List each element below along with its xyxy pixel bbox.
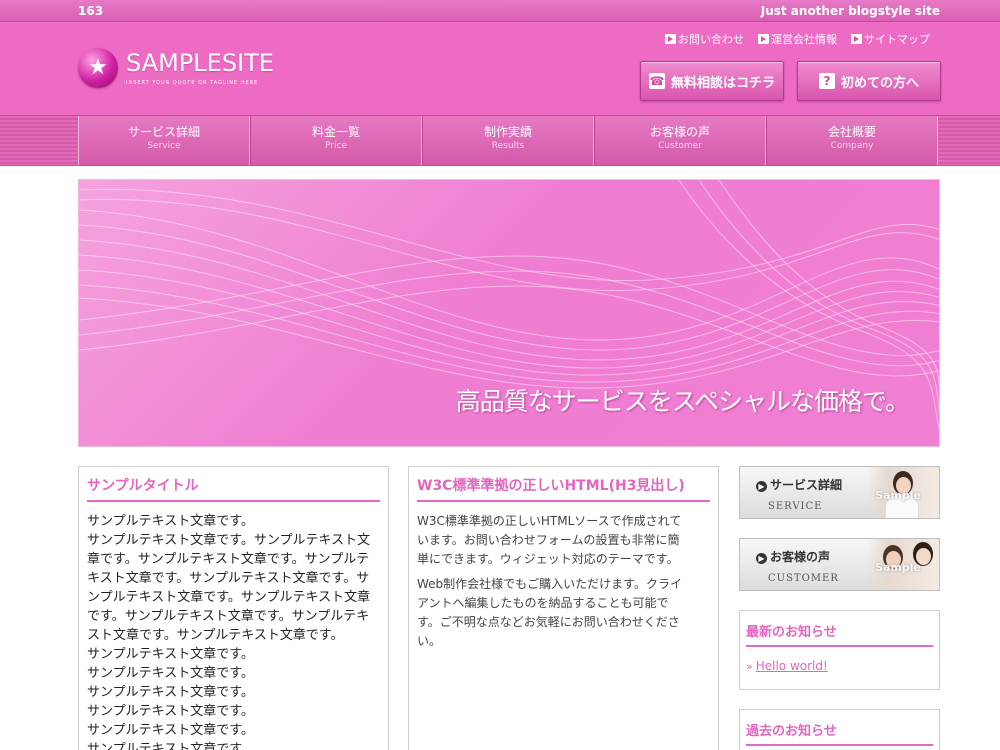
sidebar-banner-customer[interactable]: ▶ お客様の声 CUSTOMER Sample <box>739 538 940 591</box>
paragraph: Web制作会社様でもご購入いただけます。クライ アントへ編集したものを納品するこ… <box>417 575 710 651</box>
text-line: サンプルテキスト文章です。 <box>87 704 254 719</box>
toplink-company[interactable]: 運営会社情報 <box>758 31 837 47</box>
site-logo[interactable]: ★ SAMPLESITE INSERT YOUR QUOTE OR TAGLIN… <box>78 46 278 96</box>
question-icon: ? <box>818 73 835 89</box>
banner-title-text: お客様の声 <box>770 550 831 564</box>
banner-watermark: Sample <box>875 561 921 574</box>
sidebar-news: 最新のお知らせ » Hello world! <box>739 610 940 690</box>
text-line: スト文章です。サンプルテキスト文章です。 <box>87 628 344 643</box>
sidebar-title: 過去のお知らせ <box>746 720 933 746</box>
site-header: ★ SAMPLESITE INSERT YOUR QUOTE OR TAGLIN… <box>0 22 1000 115</box>
text-line: Web制作会社様でもご購入いただけます。クライ <box>417 577 682 591</box>
toplink-label: お問い合わせ <box>678 33 744 46</box>
news-link-text[interactable]: Hello world! <box>756 659 828 673</box>
text-line: 章です。サンプルテキスト文章です。サンプルテ <box>87 552 370 567</box>
box-body: W3C標準準拠の正しいHTMLソースで作成されて います。お問い合わせフォームの… <box>417 512 710 651</box>
content-box-sample: サンプルタイトル サンプルテキスト文章です。 サンプルテキスト文章です。サンプル… <box>78 466 389 750</box>
top-strip: 163 Just another blogstyle site <box>0 0 1000 22</box>
first-time-button[interactable]: ? 初めての方へ <box>797 61 941 101</box>
hero-banner: 高品質なサービスをスペシャルな価格で。 <box>78 179 940 447</box>
sidebar-title: 最新のお知らせ <box>746 621 933 647</box>
text-line: アントへ編集したものを納品することも可能で <box>417 596 669 610</box>
sidebar-banner-service[interactable]: ▶ サービス詳細 SERVICE Sample <box>739 466 940 519</box>
free-consult-label: 無料相談はコチラ <box>670 75 775 91</box>
content-box-w3c: W3C標準準拠の正しいHTML(H3見出し) W3C標準準拠の正しいHTMLソー… <box>408 466 719 750</box>
box-title: サンプルタイトル <box>87 475 380 502</box>
arrow-box-icon <box>665 34 676 44</box>
box-title: W3C標準準拠の正しいHTML(H3見出し) <box>417 475 710 502</box>
text-line: サンプルテキスト文章です。 <box>87 647 254 662</box>
logo-text: SAMPLESITE <box>126 49 274 77</box>
nav-item-sublabel: Results <box>491 141 525 151</box>
nav-item-sublabel: Price <box>325 141 347 151</box>
free-consult-button[interactable]: ☎ 無料相談はコチラ <box>640 61 784 101</box>
text-line: サンプルテキスト文章です。 <box>87 742 254 750</box>
toplink-sitemap[interactable]: サイトマップ <box>851 31 930 47</box>
nav-item-label: 会社概要 <box>827 125 876 139</box>
arrow-circle-icon: ▶ <box>756 553 767 564</box>
banner-subtitle: CUSTOMER <box>768 573 839 584</box>
nav-item-label: サービス詳細 <box>127 125 200 139</box>
news-item[interactable]: » Hello world! <box>746 659 933 673</box>
nav-item-results[interactable]: 制作実績 Results <box>422 116 594 165</box>
text-line: サンプルテキスト文章です。 <box>87 514 254 529</box>
box-body: サンプルテキスト文章です。 サンプルテキスト文章です。サンプルテキスト文 章です… <box>87 512 380 750</box>
main-nav: サービス詳細 Service 料金一覧 Price 制作実績 Results お… <box>78 116 938 165</box>
logo-subtext: INSERT YOUR QUOTE OR TAGLINE HERE <box>126 80 259 86</box>
text-line: す。ご不明な点などお気軽にお問い合わせくださ <box>417 615 680 629</box>
first-time-label: 初めての方へ <box>840 75 919 91</box>
phone-icon: ☎ <box>648 73 665 89</box>
nav-item-price[interactable]: 料金一覧 Price <box>250 116 422 165</box>
arrow-circle-icon: ▶ <box>756 481 767 492</box>
top-number: 163 <box>78 4 104 18</box>
text-line: サンプルテキスト文章です。 <box>87 723 254 738</box>
nav-item-label: 制作実績 <box>483 125 532 139</box>
banner-subtitle: SERVICE <box>768 501 823 512</box>
text-line: い。 <box>417 634 442 648</box>
text-line: ンプルテキスト文章です。サンプルテキスト文章 <box>87 590 371 605</box>
banner-title-text: サービス詳細 <box>770 478 843 492</box>
nav-item-service[interactable]: サービス詳細 Service <box>78 116 250 165</box>
banner-title: ▶ サービス詳細 <box>756 476 842 493</box>
nav-item-customer[interactable]: お客様の声 Customer <box>594 116 766 165</box>
nav-item-company[interactable]: 会社概要 Company <box>766 116 938 165</box>
text-line: サンプルテキスト文章です。 <box>87 685 254 700</box>
toplink-contact[interactable]: お問い合わせ <box>665 31 744 47</box>
text-line: 単にできます。ウィジェット対応のテーマです。 <box>417 552 679 566</box>
text-line: サンプルテキスト文章です。サンプルテキスト文 <box>87 533 371 548</box>
double-chevron-icon: » <box>746 660 753 673</box>
text-line: です。サンプルテキスト文章です。サンプルテキ <box>87 609 370 624</box>
banner-watermark: Sample <box>875 489 921 502</box>
nav-item-label: 料金一覧 <box>311 125 360 139</box>
paragraph: W3C標準準拠の正しいHTMLソースで作成されて います。お問い合わせフォームの… <box>417 512 710 569</box>
text-line: サンプルテキスト文章です。 <box>87 666 254 681</box>
nav-item-sublabel: Customer <box>658 141 702 151</box>
utility-links: お問い合わせ 運営会社情報 サイトマップ <box>665 31 930 47</box>
arrow-box-icon <box>851 34 862 44</box>
text-line: W3C標準準拠の正しいHTMLソースで作成されて <box>417 514 682 528</box>
site-tagline: Just another blogstyle site <box>760 4 940 18</box>
toplink-label: サイトマップ <box>864 33 930 46</box>
text-line: キスト文章です。サンプルテキスト文章です。サ <box>87 571 370 586</box>
text-line: います。お問い合わせフォームの設置も非常に簡 <box>417 533 680 547</box>
main-nav-bar: サービス詳細 Service 料金一覧 Price 制作実績 Results お… <box>0 115 1000 166</box>
nav-item-sublabel: Service <box>147 141 181 151</box>
arrow-box-icon <box>758 34 769 44</box>
nav-item-label: お客様の声 <box>649 125 710 139</box>
banner-title: ▶ お客様の声 <box>756 548 830 565</box>
toplink-label: 運営会社情報 <box>771 33 837 46</box>
sidebar-archive: 過去のお知らせ <box>739 709 940 750</box>
nav-item-sublabel: Company <box>830 141 874 151</box>
star-icon: ★ <box>78 48 118 88</box>
hero-caption: 高品質なサービスをスペシャルな価格で。 <box>455 387 910 416</box>
